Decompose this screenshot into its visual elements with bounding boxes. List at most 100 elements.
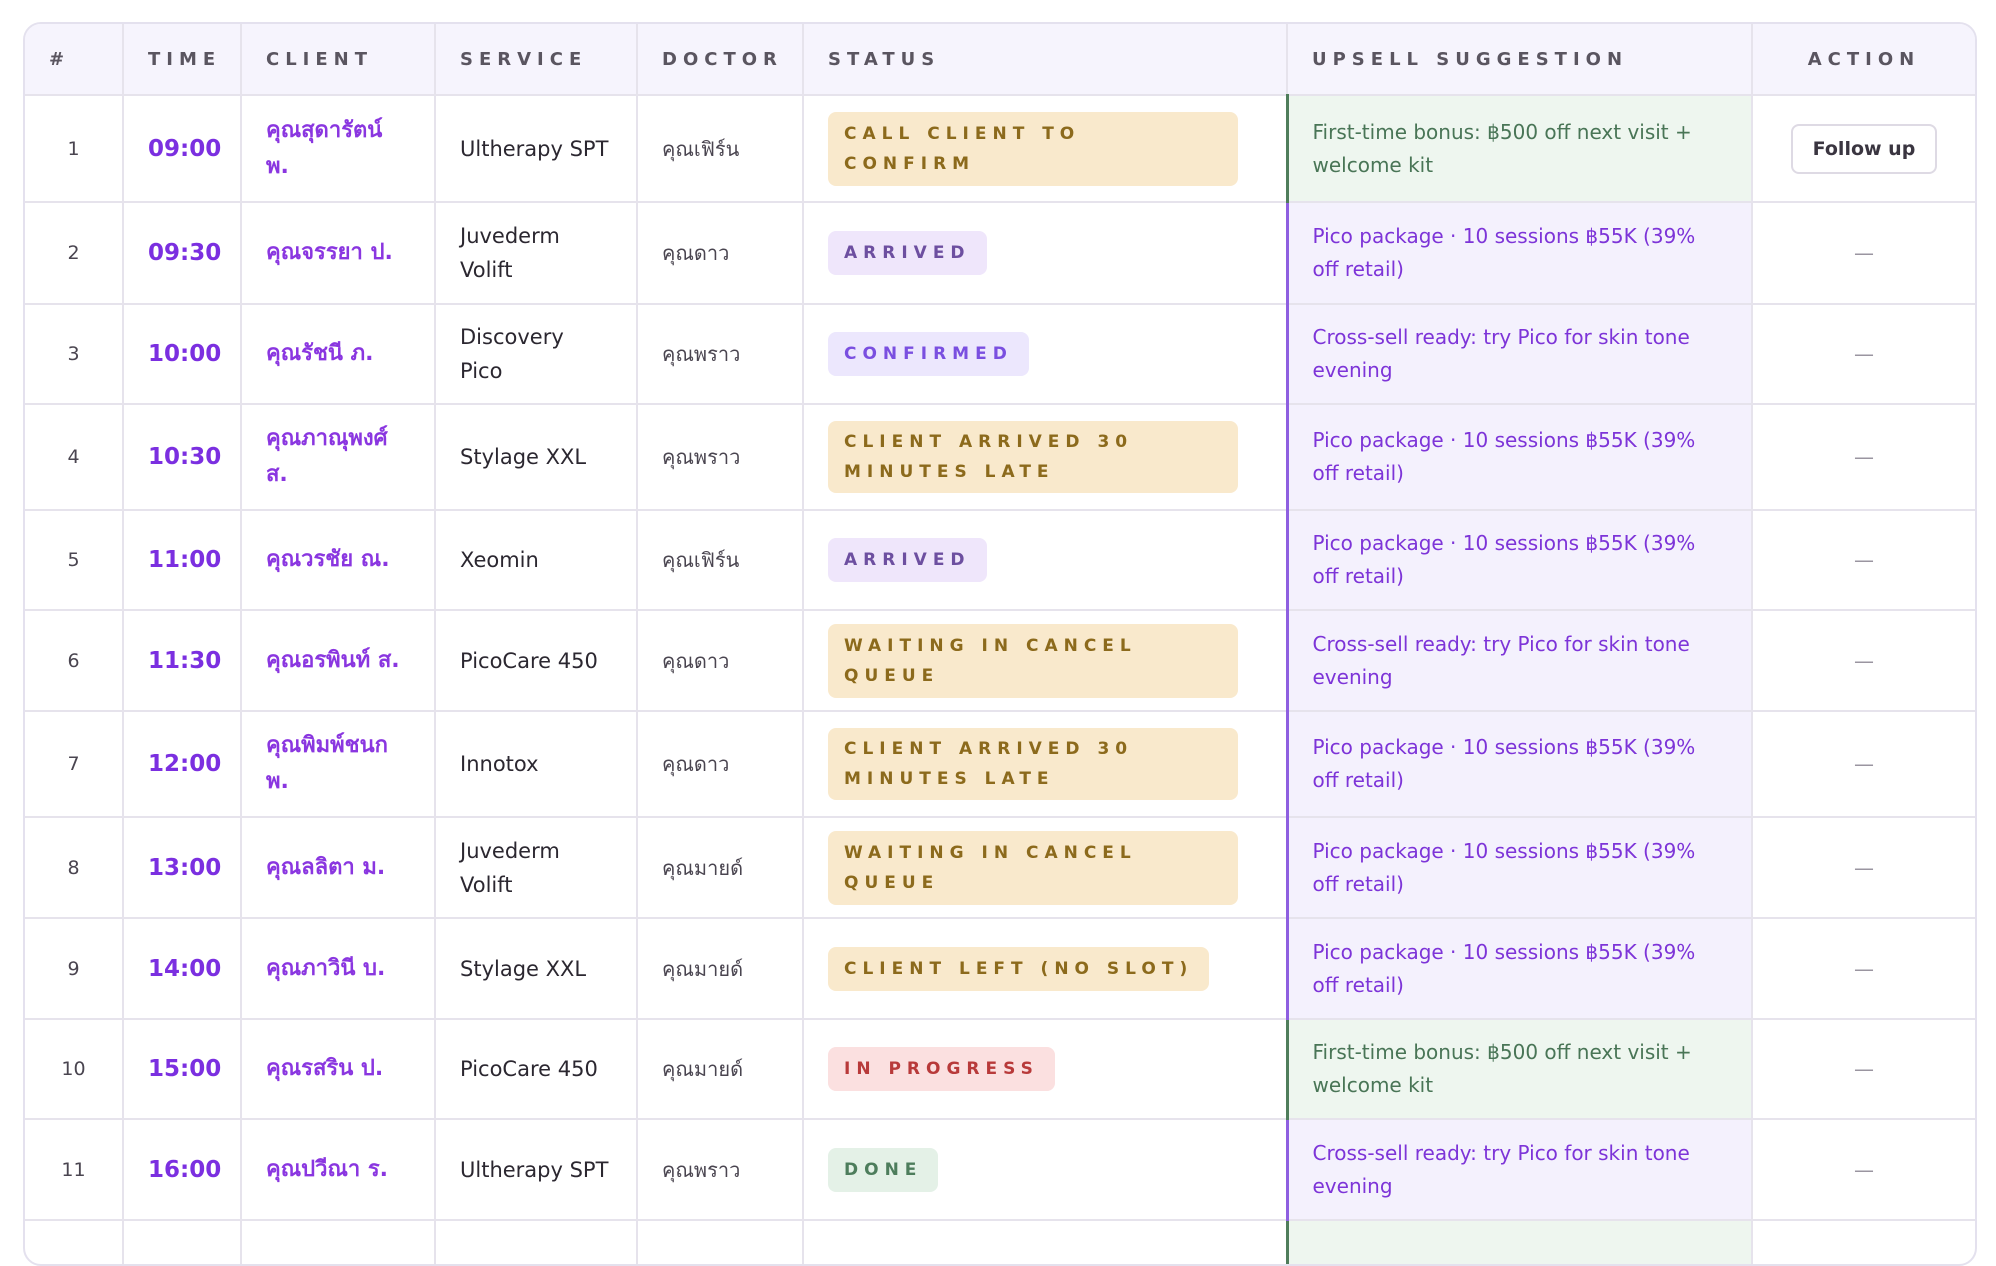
row-number: 1 <box>25 95 124 203</box>
upsell-suggestion: Pico package · 10 sessions ฿55K (39% off… <box>1285 510 1753 611</box>
row-number: 6 <box>25 610 124 712</box>
upsell-suggestion: First-time bonus: ฿500 off next visit + … <box>1285 95 1753 203</box>
status-badge: CONFIRMED <box>828 332 1029 376</box>
row-number: 9 <box>25 918 124 1020</box>
header-time[interactable]: TIME <box>123 24 242 96</box>
header-num[interactable]: # <box>25 24 124 96</box>
client-name-link[interactable]: คุณวรชัย ณ. <box>241 510 436 611</box>
action-cell: — <box>1752 817 1975 919</box>
client-name-link[interactable]: คุณปวีณา ร. <box>241 1119 436 1221</box>
table-row[interactable]: 9 14:00 คุณภาวินี บ. Stylage XXL คุณมายด์ CLI… <box>25 918 1975 1020</box>
action-cell: — <box>1752 404 1975 511</box>
doctor-name: คุณมายด์ <box>637 1019 804 1120</box>
table-row[interactable]: 7 12:00 คุณพิมพ์ชนก พ. Innotox คุณดาว CLIENT … <box>25 711 1975 818</box>
status-cell: CLIENT LEFT (NO SLOT) <box>803 918 1288 1020</box>
client-name-link[interactable]: คุณสุดารัตน์ พ. <box>241 95 436 203</box>
no-action-placeholder: — <box>1854 752 1874 776</box>
appointments-table-card: # TIME CLIENT SERVICE DOCTOR STATUS UPSE… <box>23 22 1977 1266</box>
status-badge: IN PROGRESS <box>828 1047 1055 1091</box>
no-action-placeholder: — <box>1854 855 1874 880</box>
status-cell: CALL CLIENT TO CONFIRM <box>803 95 1288 203</box>
action-cell: — <box>1752 918 1975 1020</box>
action-cell: — <box>1752 202 1975 305</box>
appointment-time: 09:00 <box>123 95 242 203</box>
upsell-suggestion: Cross-sell ready: try Pico for skin tone… <box>1285 304 1753 405</box>
status-cell: WAITING IN CANCEL QUEUE <box>803 610 1288 712</box>
upsell-suggestion: Pico package · 10 sessions ฿55K (39% off… <box>1285 918 1753 1020</box>
row-number: 7 <box>25 711 124 818</box>
table-row[interactable]: 11 16:00 คุณปวีณา ร. Ultherapy SPT คุณพราว DO… <box>25 1119 1975 1221</box>
status-badge: WAITING IN CANCEL QUEUE <box>828 830 1238 905</box>
no-action-placeholder: — <box>1854 445 1874 469</box>
no-action-placeholder: — <box>1854 648 1874 673</box>
action-cell: — <box>1752 610 1975 712</box>
status-cell: CLIENT ARRIVED 30 MINUTES LATE <box>803 404 1288 511</box>
service-name: Ultherapy SPT <box>435 95 638 203</box>
action-cell: — <box>1752 1119 1975 1221</box>
table-row[interactable]: 5 11:00 คุณวรชัย ณ. Xeomin คุณเฟิร์น ARRIVED P… <box>25 510 1975 611</box>
doctor-name: คุณเฟิร์น <box>637 95 804 203</box>
status-badge: CLIENT ARRIVED 30 MINUTES LATE <box>828 421 1238 493</box>
header-row: # TIME CLIENT SERVICE DOCTOR STATUS UPSE… <box>25 24 1975 96</box>
status-badge: ARRIVED <box>828 538 987 582</box>
upsell-suggestion: Pico package · 10 sessions ฿55K (39% off… <box>1285 202 1753 305</box>
service-name: Juvederm Volift <box>435 817 638 919</box>
status-cell: DONE <box>803 1119 1288 1221</box>
row-number: 3 <box>25 304 124 405</box>
appointment-time: 09:30 <box>123 202 242 305</box>
header-client[interactable]: CLIENT <box>241 24 436 96</box>
header-upsell[interactable]: UPSELL SUGGESTION <box>1287 24 1753 96</box>
row-number: 10 <box>25 1019 124 1120</box>
no-action-placeholder: — <box>1854 548 1874 572</box>
status-badge: CLIENT ARRIVED 30 MINUTES LATE <box>828 728 1238 800</box>
appointment-time: 10:30 <box>123 404 242 511</box>
table-row[interactable]: 6 11:30 คุณอรพินท์ ส. PicoCare 450 คุณดาว WAI… <box>25 610 1975 712</box>
status-badge: CLIENT LEFT (NO SLOT) <box>828 946 1210 991</box>
client-name-link[interactable]: คุณรัชนี ภ. <box>241 304 436 405</box>
table-row[interactable]: 4 10:30 คุณภาณุพงศ์ ส. Stylage XXL คุณพราว CL… <box>25 404 1975 511</box>
table-row[interactable]: 8 13:00 คุณลลิตา ม. Juvederm Volift คุณมายด์… <box>25 817 1975 919</box>
header-status[interactable]: STATUS <box>803 24 1288 96</box>
row-number: 4 <box>25 404 124 511</box>
status-cell: ARRIVED <box>803 202 1288 305</box>
service-name: Juvederm Volift <box>435 202 638 305</box>
client-name-link[interactable]: คุณจรรยา ป. <box>241 202 436 305</box>
table-row[interactable]: 2 09:30 คุณจรรยา ป. Juvederm Volift คุณดาว AR… <box>25 202 1975 305</box>
client-name-link[interactable]: คุณพิมพ์ชนก พ. <box>241 711 436 818</box>
client-name-link[interactable]: คุณรสริน ป. <box>241 1019 436 1120</box>
table-body: 1 09:00 คุณสุดารัตน์ พ. Ultherapy SPT คุณเฟิ… <box>25 95 1975 1264</box>
service-name: PicoCare 450 <box>435 610 638 712</box>
status-cell: WAITING IN CANCEL QUEUE <box>803 817 1288 919</box>
follow-up-button[interactable]: Follow up <box>1790 123 1938 174</box>
service-name: Ultherapy SPT <box>435 1119 638 1221</box>
action-cell: — <box>1752 1019 1975 1120</box>
service-name: Stylage XXL <box>435 918 638 1020</box>
appointment-time: 15:00 <box>123 1019 242 1120</box>
client-name-link[interactable]: คุณอรพินท์ ส. <box>241 610 436 712</box>
status-cell: CLIENT ARRIVED 30 MINUTES LATE <box>803 711 1288 818</box>
service-name: Innotox <box>435 711 638 818</box>
service-name: PicoCare 450 <box>435 1019 638 1120</box>
table-row[interactable]: 3 10:00 คุณรัชนี ภ. Discovery Pico คุณพราว CO… <box>25 304 1975 405</box>
status-cell: ARRIVED <box>803 510 1288 611</box>
appointment-time: 11:00 <box>123 510 242 611</box>
client-name-link[interactable]: คุณลลิตา ม. <box>241 817 436 919</box>
doctor-name: คุณมายด์ <box>637 918 804 1020</box>
no-action-placeholder: — <box>1854 241 1874 265</box>
header-doctor[interactable]: DOCTOR <box>637 24 804 96</box>
header-action[interactable]: ACTION <box>1752 24 1975 96</box>
client-name-link[interactable]: คุณภาวินี บ. <box>241 918 436 1020</box>
doctor-name: คุณพราว <box>637 404 804 511</box>
header-service[interactable]: SERVICE <box>435 24 638 96</box>
table-row[interactable] <box>25 1220 1975 1264</box>
upsell-suggestion: Pico package · 10 sessions ฿55K (39% off… <box>1285 711 1753 818</box>
action-cell: Follow up <box>1752 95 1975 203</box>
status-badge: WAITING IN CANCEL QUEUE <box>828 623 1238 698</box>
no-action-placeholder: — <box>1854 956 1874 981</box>
client-name-link[interactable]: คุณภาณุพงศ์ ส. <box>241 404 436 511</box>
table-row[interactable]: 10 15:00 คุณรสริน ป. PicoCare 450 คุณมายด์ IN… <box>25 1019 1975 1120</box>
row-number: 8 <box>25 817 124 919</box>
service-name: Stylage XXL <box>435 404 638 511</box>
doctor-name: คุณพราว <box>637 1119 804 1221</box>
table-row[interactable]: 1 09:00 คุณสุดารัตน์ พ. Ultherapy SPT คุณเฟิ… <box>25 95 1975 203</box>
